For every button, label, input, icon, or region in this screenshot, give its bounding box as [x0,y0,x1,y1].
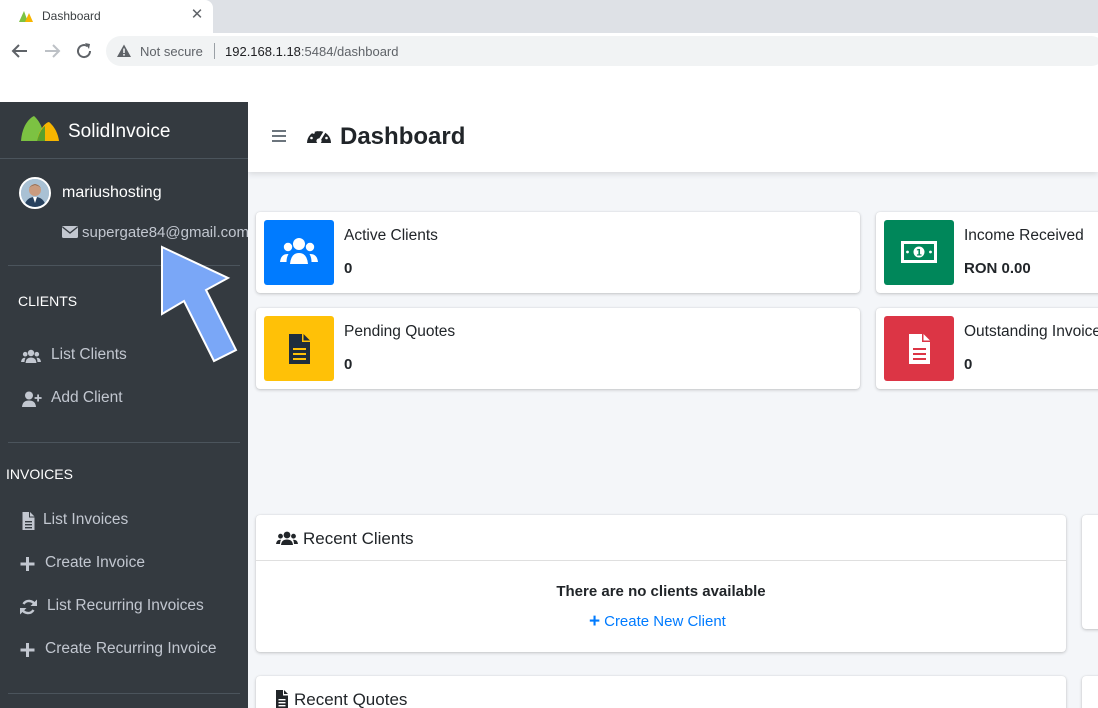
forward-arrow-icon[interactable] [40,39,64,63]
card-header: Recent Quotes [256,676,1066,708]
sidebar-item-list-recurring-invoices[interactable]: List Recurring Invoices [0,589,248,625]
envelope-icon [62,226,78,238]
info-box-label: Pending Quotes [344,323,456,340]
back-arrow-icon[interactable] [8,39,32,63]
recent-clients-card: Recent Clients There are no clients avai… [256,515,1066,652]
users-icon [276,531,298,545]
omnibox-divider [214,43,215,59]
empty-state-text: There are no clients available [556,583,766,600]
right-card-partial [1082,515,1098,629]
svg-text:1: 1 [916,249,922,259]
sidebar-item-add-client[interactable]: Add Client [0,381,248,417]
tab-title: Dashboard [42,9,101,23]
sidebar-item-label: List Clients [51,346,127,363]
sidebar-item-create-recurring-invoice[interactable]: Create Recurring Invoice [0,632,248,668]
browser-tab[interactable]: Dashboard ✕ [0,0,213,33]
sidebar-item-label: Create Recurring Invoice [45,640,217,657]
plus-icon [20,643,35,657]
url-host: 192.168.1.18 [225,44,301,59]
info-box-value: 0 [964,356,973,373]
warning-icon [117,44,131,57]
file-alt-icon [289,334,310,364]
section-header-invoices: INVOICES [6,466,73,482]
avatar-image [21,179,49,207]
info-box-active-clients: Active Clients 0 [256,212,860,293]
tachometer-icon [307,128,331,144]
info-box-label: Outstanding Invoices [964,323,1098,340]
username[interactable]: mariushosting [62,184,162,202]
main-content: Dashboard Active Clients 0 1 Income Rece… [248,102,1098,708]
file-alt-icon [276,690,288,708]
info-icon-box: 1 [884,220,954,285]
money-bill-icon: 1 [901,241,937,263]
info-box-value: RON 0.00 [964,260,1031,277]
info-box-label: Active Clients [344,227,438,244]
not-secure-label[interactable]: Not secure [140,44,203,59]
section-header-clients: CLIENTS [18,293,78,309]
info-box-income-received: 1 Income Received RON 0.00 [876,212,1098,293]
sync-icon [20,599,37,615]
hamburger-menu-icon[interactable] [270,127,288,145]
sidebar-item-label: List Invoices [43,511,129,528]
sidebar-item-create-invoice[interactable]: Create Invoice [0,546,248,582]
url-path: :5484/dashboard [300,44,399,59]
url-text[interactable]: 192.168.1.18:5484/dashboard [225,44,399,59]
solidinvoice-favicon-icon [19,11,33,22]
reload-icon[interactable] [72,39,96,63]
brand-text: SolidInvoice [68,121,171,142]
plus-icon [20,557,35,571]
info-box-value: 0 [344,356,353,373]
sidebar-item-label: Add Client [51,389,123,406]
info-icon-box [264,316,334,381]
info-box-pending-quotes: Pending Quotes 0 [256,308,860,389]
solidinvoice-logo-icon [21,116,59,141]
page-title: Dashboard [340,123,466,150]
plus-icon: + [589,611,601,632]
file-invoice-icon [909,334,930,364]
brand-link[interactable]: SolidInvoice [0,102,248,159]
card-title: Recent Quotes [294,690,408,708]
tab-close-icon[interactable]: ✕ [188,6,206,24]
sidebar-divider [8,693,240,694]
sidebar-divider [8,442,240,443]
info-icon-box [264,220,334,285]
address-bar[interactable]: Not secure 192.168.1.18:5484/dashboard [106,36,1098,66]
right-card-partial [1082,676,1098,708]
users-icon [21,349,41,363]
browser-toolbar: Not secure 192.168.1.18:5484/dashboard [0,33,1098,69]
info-box-label: Income Received [964,227,1084,244]
create-new-client-label: Create New Client [604,613,726,630]
info-icon-box [884,316,954,381]
recent-quotes-card: Recent Quotes [256,676,1066,708]
info-box-value: 0 [344,260,353,277]
file-icon [22,512,35,530]
info-box-outstanding-invoices: Outstanding Invoices 0 [876,308,1098,389]
sidebar-item-label: List Recurring Invoices [47,597,204,614]
user-plus-icon [22,391,42,407]
sidebar-item-label: Create Invoice [45,554,145,571]
avatar[interactable] [19,177,51,209]
sidebar: SolidInvoice mariushosting supergate84@g… [0,102,248,708]
create-new-client-link[interactable]: + Create New Client [589,611,726,633]
sidebar-item-list-invoices[interactable]: List Invoices [0,503,248,539]
users-icon [280,238,318,264]
annotation-arrow-icon [161,245,238,363]
card-header: Recent Clients [256,515,1066,561]
card-title: Recent Clients [303,529,414,548]
content-header: Dashboard [248,102,1098,172]
browser-tabstrip: Dashboard ✕ [0,0,1098,33]
